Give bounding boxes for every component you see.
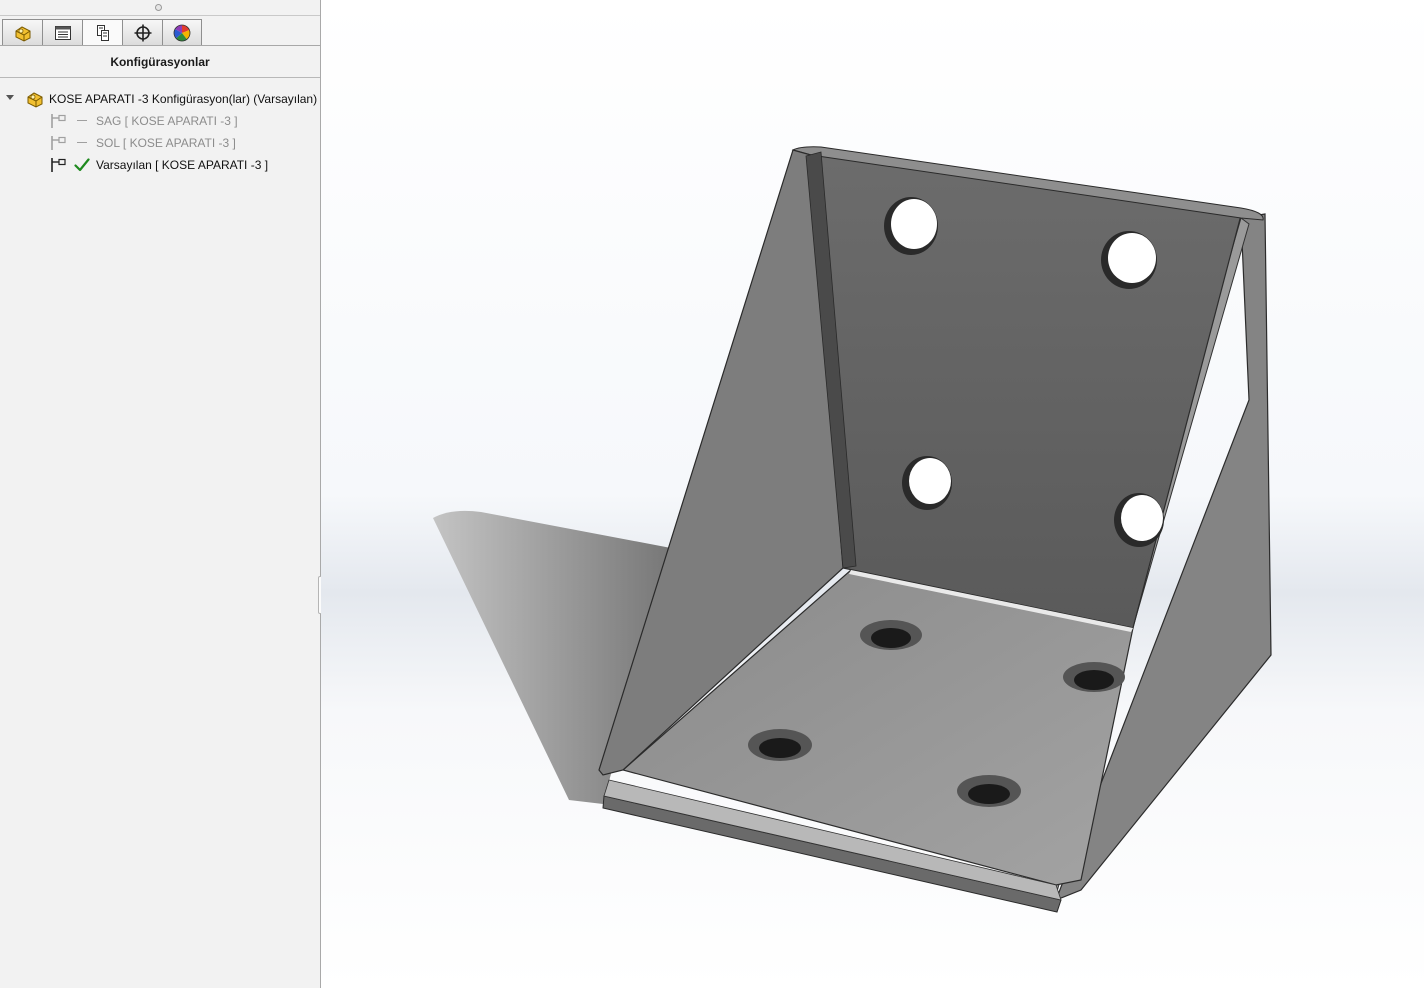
panel-grip-icon[interactable] [155, 4, 162, 11]
divider [0, 15, 320, 16]
tab-dimxpert-manager[interactable] [122, 19, 162, 46]
tree-config-item[interactable]: SOL [ KOSE APARATI -3 ] [0, 132, 320, 154]
tree-root-label: KOSE APARATI -3 Konfigürasyon(lar) (Vars… [49, 92, 318, 106]
panel-title: Konfigürasyonlar [110, 55, 210, 69]
part-model-view[interactable] [321, 0, 1424, 988]
configuration-tree: KOSE APARATI -3 Konfigürasyon(lar) (Vars… [0, 88, 320, 176]
configuration-item-icon [50, 157, 68, 176]
tree-config-label: SAG [ KOSE APARATI -3 ] [96, 114, 238, 128]
tree-config-item[interactable]: SAG [ KOSE APARATI -3 ] [0, 110, 320, 132]
inactive-dash-icon [74, 113, 90, 129]
tree-config-label: Varsayılan [ KOSE APARATI -3 ] [96, 158, 269, 172]
configuration-manager-panel: Konfigürasyonlar KOSE APARATI -3 Konfigü… [0, 0, 321, 988]
configurations-part-icon [26, 90, 46, 111]
collapse-arrow-icon[interactable] [6, 95, 14, 100]
solidworks-window: Konfigürasyonlar KOSE APARATI -3 Konfigü… [0, 0, 1424, 988]
part-icon [15, 25, 30, 42]
divider [0, 45, 320, 46]
manager-tabs [2, 19, 202, 46]
active-check-icon [74, 157, 90, 173]
tree-config-label: SOL [ KOSE APARATI -3 ] [96, 136, 236, 150]
divider [0, 77, 320, 78]
configuration-icon [96, 24, 109, 41]
crosshair-icon [134, 24, 151, 41]
configuration-item-icon [50, 113, 68, 132]
tree-root[interactable]: KOSE APARATI -3 Konfigürasyon(lar) (Vars… [0, 88, 320, 110]
tab-feature-manager[interactable] [2, 19, 42, 46]
tab-display-manager[interactable] [162, 19, 202, 46]
inactive-dash-icon [74, 135, 90, 151]
graphics-area[interactable] [321, 0, 1424, 988]
tab-property-manager[interactable] [42, 19, 82, 46]
tab-configuration-manager[interactable] [82, 19, 122, 46]
property-list-icon [54, 25, 71, 40]
tree-config-item-active[interactable]: Varsayılan [ KOSE APARATI -3 ] [0, 154, 320, 176]
configuration-item-icon [50, 135, 68, 154]
color-wheel-icon [173, 24, 191, 41]
